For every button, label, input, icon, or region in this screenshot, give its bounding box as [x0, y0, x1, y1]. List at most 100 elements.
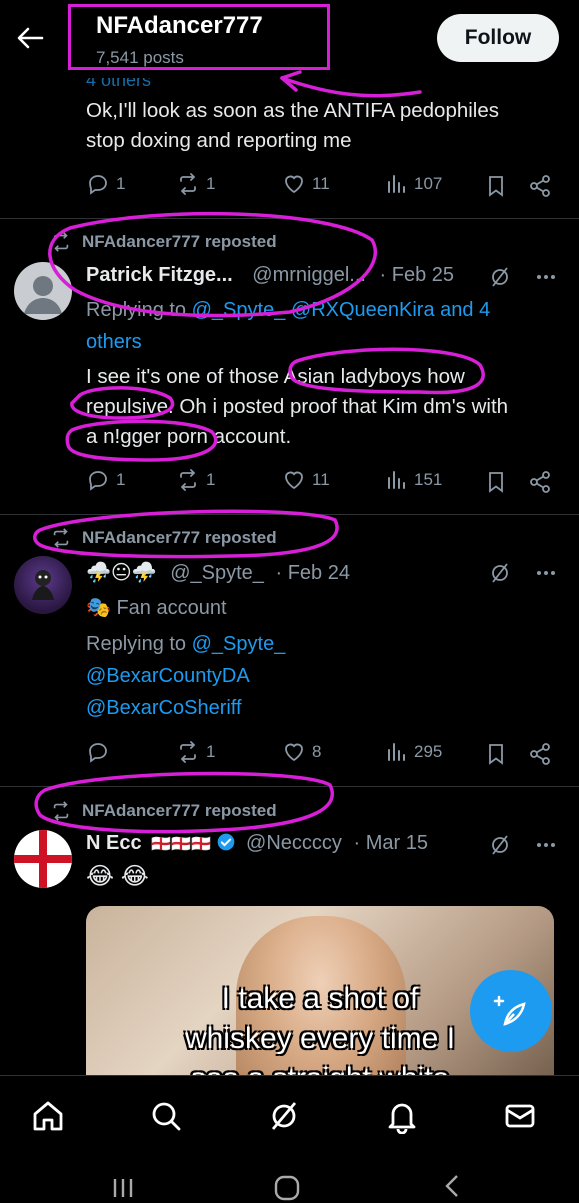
- divider: [0, 514, 579, 515]
- tweet-author[interactable]: Patrick Fitzge... @mrniggel... · Feb 25: [86, 264, 454, 287]
- more-icon[interactable]: [534, 561, 558, 585]
- views-button[interactable]: 295: [384, 740, 442, 764]
- tweet-text-line: repulsive. Oh i posted proof that Kim dm…: [86, 395, 509, 418]
- more-icon[interactable]: [534, 833, 558, 857]
- reply-button[interactable]: 1: [86, 172, 125, 196]
- post-count: 7,541 posts: [96, 48, 184, 67]
- view-count: 295: [414, 742, 443, 761]
- repost-icon: [53, 528, 69, 548]
- grok-tab-icon[interactable]: [266, 1098, 302, 1134]
- tweet-text: 😂 😂: [86, 863, 149, 890]
- tweet-text: Ok,I'll look as soon as the ANTIFA pedop…: [86, 96, 499, 156]
- more-icon[interactable]: [534, 265, 558, 289]
- mention-more-link[interactable]: others: [86, 331, 142, 353]
- grok-icon[interactable]: [488, 561, 512, 585]
- like-count: 11: [312, 470, 330, 489]
- share-icon[interactable]: [528, 470, 552, 494]
- like-button[interactable]: 11: [282, 468, 330, 492]
- tweet-text: I see it's one of those Asian ladyboys h…: [86, 362, 508, 452]
- system-navigation-bar: [0, 1155, 579, 1203]
- view-count: 107: [414, 174, 443, 193]
- repost-icon: [53, 232, 69, 252]
- tweet-date: · Mar 15: [353, 832, 428, 854]
- tweet-author[interactable]: ⛈️😐⛈️ @_Spyte_ · Feb 24: [86, 560, 350, 585]
- avatar[interactable]: [14, 262, 72, 320]
- divider: [0, 218, 579, 219]
- views-button[interactable]: 107: [384, 172, 442, 196]
- replying-to: Replying to @_Spyte_ @BexarCountyDA @Bex…: [86, 628, 285, 724]
- search-icon[interactable]: [148, 1098, 184, 1134]
- grok-icon[interactable]: [488, 265, 512, 289]
- mention-more-link[interactable]: and 4: [440, 299, 490, 321]
- author-name: ⛈️😐⛈️: [86, 562, 157, 584]
- repost-count: 1: [206, 470, 216, 489]
- heart-icon: [285, 471, 303, 490]
- back-arrow-icon[interactable]: [14, 22, 46, 54]
- repost-indicator: NFAdancer777 reposted: [50, 231, 277, 253]
- repost-button[interactable]: 1: [176, 468, 215, 492]
- heart-icon: [285, 175, 303, 194]
- reply-count: 1: [116, 470, 126, 489]
- avatar[interactable]: [14, 556, 72, 614]
- like-button[interactable]: 8: [282, 740, 321, 764]
- messages-mail-icon[interactable]: [502, 1098, 538, 1134]
- repost-icon: [53, 801, 69, 821]
- share-icon[interactable]: [528, 174, 552, 198]
- tweet-author[interactable]: N Ecc 🏴󠁧󠁢󠁥󠁮󠁧󠁿🏴󠁧󠁢󠁥󠁮󠁧󠁿🏴󠁧󠁢󠁥󠁮󠁧󠁿 @Neccccy · M…: [86, 832, 428, 855]
- reply-icon: [89, 471, 107, 491]
- repost-button[interactable]: 1: [176, 740, 215, 764]
- author-flags: 🏴󠁧󠁢󠁥󠁮󠁧󠁿🏴󠁧󠁢󠁥󠁮󠁧󠁿🏴󠁧󠁢󠁥󠁮󠁧󠁿: [151, 836, 211, 853]
- divider: [0, 786, 579, 787]
- repost-icon: [180, 173, 196, 195]
- views-icon: [388, 175, 405, 193]
- reply-icon: [89, 743, 107, 763]
- repost-indicator: NFAdancer777 reposted: [50, 800, 277, 822]
- england-flag-icon: [14, 830, 72, 888]
- avatar[interactable]: [14, 830, 72, 888]
- default-avatar-icon: [24, 276, 62, 314]
- repost-button[interactable]: 1: [176, 172, 215, 196]
- home-icon[interactable]: [30, 1098, 66, 1134]
- tweet-date: · Feb 24: [275, 562, 350, 584]
- repost-count: 1: [206, 742, 216, 761]
- reply-count: 1: [116, 174, 126, 193]
- compose-button[interactable]: [470, 970, 552, 1052]
- grok-icon[interactable]: [488, 833, 512, 857]
- mention-link[interactable]: @RXQueenKira: [291, 299, 435, 321]
- fan-account-label: 🎭 Fan account: [86, 597, 227, 619]
- mention-link[interactable]: @_Spyte_: [192, 299, 286, 321]
- mention-link[interactable]: @BexarCoSheriff: [86, 697, 242, 719]
- bookmark-icon[interactable]: [484, 470, 508, 494]
- bookmark-icon[interactable]: [484, 742, 508, 766]
- follow-button[interactable]: Follow: [437, 14, 559, 62]
- mention-link[interactable]: @_Spyte_: [192, 633, 286, 655]
- reply-prefix: Replying to: [86, 633, 187, 655]
- reply-button[interactable]: 1: [86, 468, 125, 492]
- view-count: 151: [414, 470, 443, 489]
- profile-name: NFAdancer777: [96, 12, 263, 39]
- mention-link[interactable]: @BexarCountyDA: [86, 665, 250, 687]
- annotation-arrow-line: [280, 76, 422, 98]
- like-button[interactable]: 11: [282, 172, 330, 196]
- back-button-icon[interactable]: [440, 1173, 466, 1199]
- recent-apps-icon[interactable]: [110, 1173, 136, 1199]
- tweet-side-icons: [488, 265, 558, 289]
- reply-button[interactable]: [86, 740, 116, 764]
- heart-icon: [285, 743, 303, 762]
- reply-prefix: Replying to: [86, 299, 187, 321]
- tweet-text-line: a n!gger porn account.: [86, 425, 292, 448]
- replying-to: Replying to @_Spyte_ @RXQueenKira and 4 …: [86, 294, 490, 358]
- home-button-icon[interactable]: [272, 1173, 302, 1203]
- repost-icon: [180, 741, 196, 763]
- share-icon[interactable]: [528, 742, 552, 766]
- repost-label: NFAdancer777 reposted: [82, 528, 277, 547]
- views-button[interactable]: 151: [384, 468, 442, 492]
- bookmark-icon[interactable]: [484, 174, 508, 198]
- repost-count: 1: [206, 174, 216, 193]
- notifications-bell-icon[interactable]: [384, 1098, 420, 1134]
- repost-label: NFAdancer777 reposted: [82, 801, 277, 820]
- affiliate-badge: 🎭 Fan account: [86, 592, 227, 624]
- tweet-actions: 1 8 295: [86, 740, 556, 770]
- tweet-text-line: stop doxing and reporting me: [86, 129, 352, 152]
- author-handle: @_Spyte_: [170, 562, 264, 584]
